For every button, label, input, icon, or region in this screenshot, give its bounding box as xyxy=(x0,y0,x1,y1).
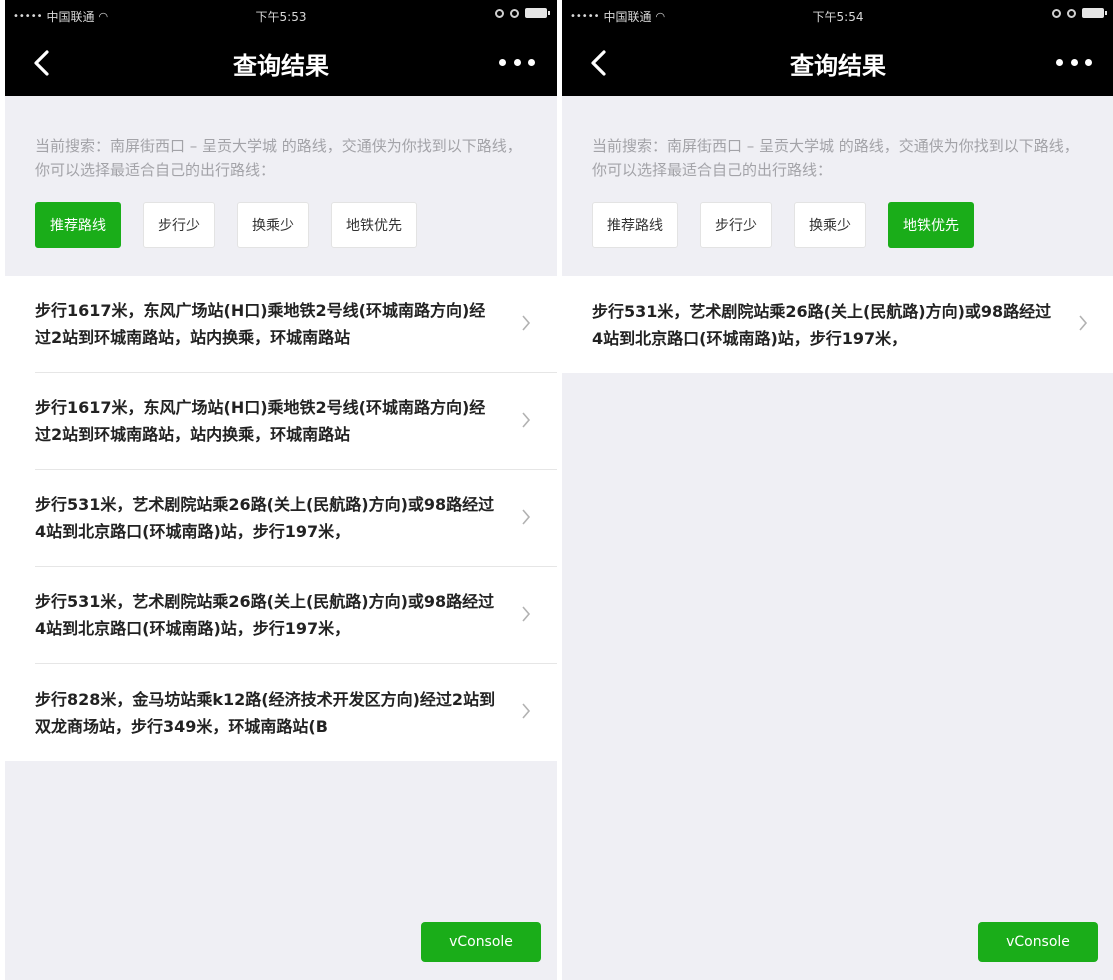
filter-fewer-transfers[interactable]: 换乘少 xyxy=(794,202,866,248)
route-filter-tabs: 推荐路线 步行少 换乘少 地铁优先 xyxy=(35,202,527,248)
route-item[interactable]: 步行531米，艺术剧院站乘26路(关上(民航路)方向)或98路经过4站到北京路口… xyxy=(35,470,557,567)
filter-fewer-transfers[interactable]: 换乘少 xyxy=(237,202,309,248)
filter-recommended[interactable]: 推荐路线 xyxy=(592,202,678,248)
status-time: 下午5:53 xyxy=(255,10,307,24)
battery-icon xyxy=(1082,8,1107,18)
nav-bar: 查询结果 xyxy=(5,30,557,96)
battery-icon xyxy=(525,8,550,18)
filter-less-walking[interactable]: 步行少 xyxy=(700,202,772,248)
vconsole-button[interactable]: vConsole xyxy=(421,922,541,962)
phone-screen-right: ••••• 中国联通 ◠ 下午5:54 查询结果 当前搜索：南屏街西口 – 呈贡… xyxy=(562,0,1113,980)
route-description: 步行531米，艺术剧院站乘26路(关上(民航路)方向)或98路经过4站到北京路口… xyxy=(35,495,495,541)
route-description: 步行1617米，东风广场站(H口)乘地铁2号线(环城南路方向)经过2站到环城南路… xyxy=(35,398,486,444)
chevron-right-icon xyxy=(1078,314,1088,332)
filter-recommended[interactable]: 推荐路线 xyxy=(35,202,121,248)
status-time: 下午5:54 xyxy=(812,10,864,24)
more-options-icon[interactable] xyxy=(499,52,535,72)
filter-subway-first[interactable]: 地铁优先 xyxy=(888,202,974,248)
nav-bar: 查询结果 xyxy=(562,30,1113,96)
vconsole-button[interactable]: vConsole xyxy=(978,922,1098,962)
filter-less-walking[interactable]: 步行少 xyxy=(143,202,215,248)
route-item[interactable]: 步行531米，艺术剧院站乘26路(关上(民航路)方向)或98路经过4站到北京路口… xyxy=(35,567,557,664)
search-description: 当前搜索：南屏街西口 – 呈贡大学城 的路线，交通侠为你找到以下路线，你可以选择… xyxy=(592,137,1079,179)
status-bar: ••••• 中国联通 ◠ 下午5:53 xyxy=(5,0,557,30)
route-list: 步行531米，艺术剧院站乘26路(关上(民航路)方向)或98路经过4站到北京路口… xyxy=(562,276,1113,373)
filter-subway-first[interactable]: 地铁优先 xyxy=(331,202,417,248)
route-item[interactable]: 步行1617米，东风广场站(H口)乘地铁2号线(环城南路方向)经过2站到环城南路… xyxy=(35,276,557,373)
alarm-icon xyxy=(510,8,519,18)
route-description: 步行1617米，东风广场站(H口)乘地铁2号线(环城南路方向)经过2站到环城南路… xyxy=(35,301,486,347)
route-description: 步行828米，金马坊站乘k12路(经济技术开发区方向)经过2站到双龙商场站，步行… xyxy=(35,689,496,736)
more-options-icon[interactable] xyxy=(1056,52,1092,72)
search-description: 当前搜索：南屏街西口 – 呈贡大学城 的路线，交通侠为你找到以下路线，你可以选择… xyxy=(35,137,522,179)
rotation-lock-icon xyxy=(495,8,504,18)
phone-screen-left: ••••• 中国联通 ◠ 下午5:53 查询结果 当前搜索：南屏街西口 – 呈贡… xyxy=(5,0,557,980)
route-list: 步行1617米，东风广场站(H口)乘地铁2号线(环城南路方向)经过2站到环城南路… xyxy=(5,276,557,761)
route-description: 步行531米，艺术剧院站乘26路(关上(民航路)方向)或98路经过4站到北京路口… xyxy=(592,301,1052,348)
route-item[interactable]: 步行828米，金马坊站乘k12路(经济技术开发区方向)经过2站到双龙商场站，步行… xyxy=(35,664,557,761)
search-summary: 当前搜索：南屏街西口 – 呈贡大学城 的路线，交通侠为你找到以下路线，你可以选择… xyxy=(562,96,1113,276)
route-filter-tabs: 推荐路线 步行少 换乘少 地铁优先 xyxy=(592,202,1084,248)
alarm-icon xyxy=(1067,8,1076,18)
search-summary: 当前搜索：南屏街西口 – 呈贡大学城 的路线，交通侠为你找到以下路线，你可以选择… xyxy=(5,96,557,276)
chevron-right-icon xyxy=(521,605,531,623)
chevron-right-icon xyxy=(521,314,531,332)
status-bar: ••••• 中国联通 ◠ 下午5:54 xyxy=(562,0,1113,30)
chevron-right-icon xyxy=(521,411,531,429)
route-item[interactable]: 步行531米，艺术剧院站乘26路(关上(民航路)方向)或98路经过4站到北京路口… xyxy=(592,276,1113,373)
chevron-right-icon xyxy=(521,508,531,526)
rotation-lock-icon xyxy=(1052,8,1061,18)
route-item[interactable]: 步行1617米，东风广场站(H口)乘地铁2号线(环城南路方向)经过2站到环城南路… xyxy=(35,373,557,470)
page-title: 查询结果 xyxy=(233,52,329,80)
page-title: 查询结果 xyxy=(790,52,886,80)
chevron-right-icon xyxy=(521,702,531,720)
route-description: 步行531米，艺术剧院站乘26路(关上(民航路)方向)或98路经过4站到北京路口… xyxy=(35,592,495,638)
